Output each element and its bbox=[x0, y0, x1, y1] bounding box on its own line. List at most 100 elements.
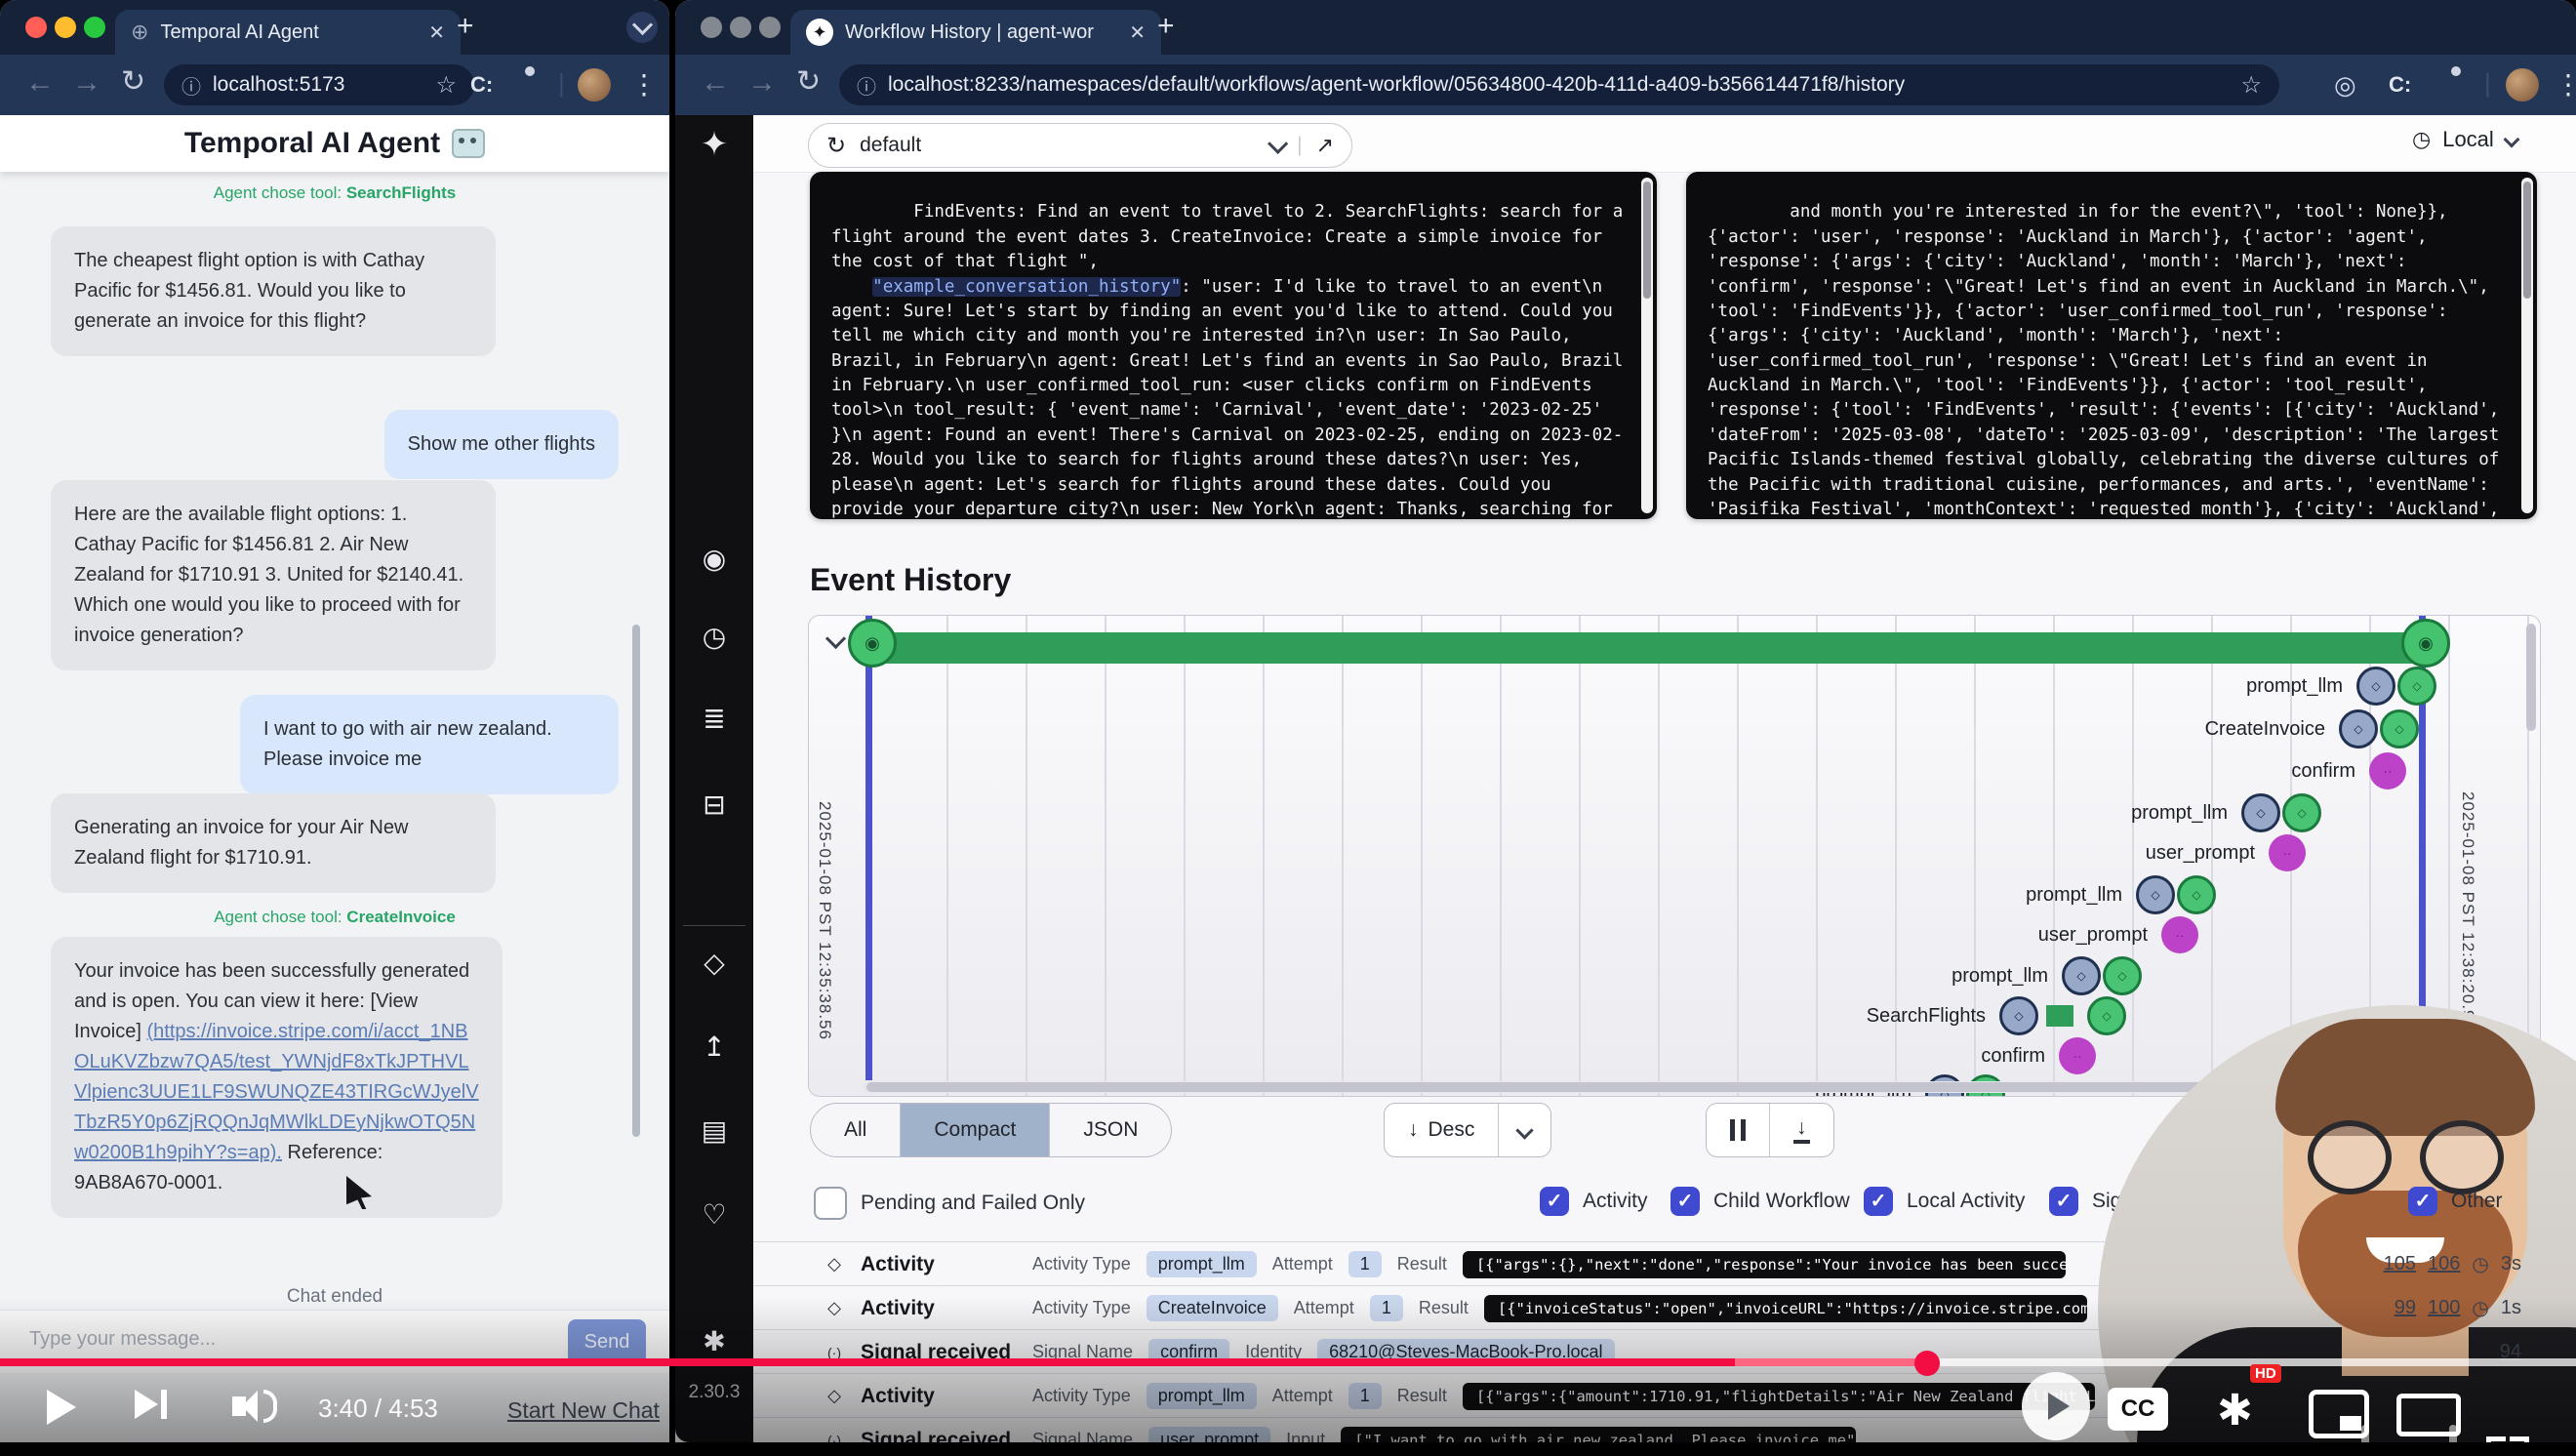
new-tab-button[interactable]: + bbox=[1157, 10, 1175, 43]
sidebar-workflows-icon[interactable]: ◉ bbox=[675, 543, 753, 575]
workflow-execution-bar[interactable] bbox=[869, 632, 2423, 664]
sidebar-codec-icon[interactable]: ◇ bbox=[675, 947, 753, 979]
site-info-icon[interactable]: ⓘ bbox=[181, 71, 201, 100]
timeline-node[interactable]: prompt_llm◇◇ bbox=[2026, 875, 2216, 914]
view-all-tab[interactable]: All bbox=[811, 1104, 901, 1156]
video-progress-bar[interactable] bbox=[0, 1358, 2576, 1366]
cursor-highlight-play-icon[interactable] bbox=[2022, 1372, 2090, 1440]
reload-icon[interactable]: ↻ bbox=[121, 67, 145, 97]
close-window-button[interactable] bbox=[701, 17, 722, 38]
sidebar-feedback-icon[interactable]: ♡ bbox=[675, 1198, 753, 1231]
filter-child-workflow[interactable]: ✓ Child Workflow bbox=[1670, 1187, 1850, 1216]
address-bar[interactable]: ⓘ localhost:5173 ☆ bbox=[164, 64, 474, 105]
miniplayer-button[interactable] bbox=[2309, 1390, 2369, 1438]
timeline-expand-chevron-icon[interactable] bbox=[828, 631, 843, 651]
password-manager-icon[interactable]: ◎ bbox=[2334, 70, 2356, 101]
view-mode-segmented-control: All Compact JSON bbox=[810, 1103, 1172, 1157]
event-id-link[interactable]: 105 bbox=[2384, 1253, 2416, 1275]
next-button[interactable] bbox=[135, 1390, 167, 1419]
filter-local-activity[interactable]: ✓ Local Activity bbox=[1864, 1187, 2025, 1216]
workflow-input-json-left[interactable]: FindEvents: Find an event to travel to 2… bbox=[810, 172, 1657, 519]
timeline-node[interactable]: prompt_llm◇◇ bbox=[2246, 667, 2436, 706]
volume-icon[interactable] bbox=[232, 1390, 277, 1423]
site-info-icon[interactable]: ⓘ bbox=[857, 71, 876, 100]
local-activity-checkbox[interactable]: ✓ bbox=[1864, 1187, 1893, 1216]
zoom-window-button[interactable] bbox=[84, 17, 105, 38]
browser-menu-icon[interactable]: ⋮ bbox=[630, 68, 658, 101]
pending-failed-checkbox[interactable] bbox=[814, 1187, 847, 1220]
workflow-input-json-right[interactable]: and month you're interested in for the e… bbox=[1686, 172, 2537, 519]
pause-button[interactable] bbox=[1707, 1104, 1770, 1156]
timezone-select[interactable]: ◷ Local bbox=[2412, 127, 2517, 152]
timeline-node[interactable]: CreateInvoice◇◇ bbox=[2205, 709, 2419, 748]
play-button[interactable] bbox=[47, 1390, 76, 1425]
minimize-window-button[interactable] bbox=[55, 17, 76, 38]
view-compact-tab[interactable]: Compact bbox=[901, 1104, 1050, 1156]
zoom-window-button[interactable] bbox=[759, 17, 781, 38]
workflow-start-node[interactable]: ◉ bbox=[848, 619, 897, 667]
temporal-favicon: ✦ bbox=[806, 19, 833, 46]
forward-icon[interactable]: → bbox=[747, 68, 777, 98]
bookmark-star-icon[interactable]: ☆ bbox=[435, 71, 457, 100]
result-payload[interactable]: [{"args":{},"next":"done","response":"Yo… bbox=[1463, 1251, 2066, 1278]
new-tab-button[interactable]: + bbox=[457, 10, 474, 43]
minimize-window-button[interactable] bbox=[730, 17, 751, 38]
close-window-button[interactable] bbox=[25, 17, 47, 38]
code-scrollbar[interactable] bbox=[1641, 178, 1653, 513]
profile-avatar[interactable] bbox=[2506, 68, 2539, 101]
reload-icon[interactable]: ↻ bbox=[796, 67, 821, 97]
chat-scrollbar[interactable] bbox=[632, 625, 640, 1137]
tab-close-icon[interactable]: ✕ bbox=[1129, 20, 1146, 45]
timeline-node[interactable]: user_prompt·· bbox=[2146, 834, 2306, 871]
timeline-node[interactable]: SearchFlights◇◇ bbox=[1867, 996, 2126, 1035]
temporal-logo-icon[interactable]: ✦ bbox=[675, 125, 753, 164]
code-scrollbar[interactable] bbox=[2521, 178, 2533, 513]
video-scrubber-dot[interactable] bbox=[1914, 1351, 1940, 1376]
timeline-horizontal-scrollbar[interactable] bbox=[863, 1081, 2413, 1093]
timeline-node[interactable]: confirm·· bbox=[2291, 752, 2406, 789]
tab-search-chevron-icon[interactable] bbox=[626, 12, 658, 43]
filter-activity[interactable]: ✓ Activity bbox=[1540, 1187, 1648, 1216]
extension-c-icon[interactable]: C: bbox=[2389, 72, 2411, 98]
timeline-node[interactable]: user_prompt·· bbox=[2038, 916, 2198, 953]
workflow-end-node[interactable]: ◉ bbox=[2401, 619, 2450, 667]
timeline-vertical-scrollbar[interactable] bbox=[2526, 624, 2536, 731]
sort-chevron-button[interactable] bbox=[1499, 1104, 1550, 1156]
filter-other[interactable]: ✓ Other bbox=[2408, 1187, 2503, 1216]
captions-button[interactable]: CC bbox=[2108, 1388, 2168, 1431]
back-icon[interactable]: ← bbox=[701, 68, 730, 98]
other-checkbox[interactable]: ✓ bbox=[2408, 1187, 2437, 1216]
browser-tab[interactable]: ✦ Workflow History | agent-wor ✕ bbox=[790, 10, 1161, 55]
sidebar-deployments-icon[interactable]: ≣ bbox=[675, 703, 753, 735]
extension-c-icon[interactable]: C: bbox=[470, 72, 493, 98]
child-workflow-checkbox[interactable]: ✓ bbox=[1670, 1187, 1700, 1216]
forward-icon[interactable]: → bbox=[72, 68, 101, 98]
browser-menu-icon[interactable]: ⋮ bbox=[2555, 68, 2576, 101]
settings-gear-icon[interactable]: ✱ bbox=[2217, 1386, 2253, 1436]
theater-mode-button[interactable] bbox=[2396, 1394, 2461, 1436]
signal-checkbox[interactable]: ✓ bbox=[2049, 1187, 2078, 1216]
sort-desc-button[interactable]: ↓Desc bbox=[1385, 1104, 1499, 1156]
view-json-tab[interactable]: JSON bbox=[1050, 1104, 1171, 1156]
download-history-button[interactable]: ↓ bbox=[1770, 1104, 1833, 1156]
sidebar-import-icon[interactable]: ↥ bbox=[675, 1031, 753, 1063]
activity-checkbox[interactable]: ✓ bbox=[1540, 1187, 1569, 1216]
start-new-chat-link[interactable]: Start New Chat bbox=[507, 1397, 660, 1424]
open-namespace-icon[interactable]: ↗ bbox=[1316, 133, 1334, 158]
sidebar-labs-icon[interactable]: ▤ bbox=[675, 1114, 753, 1147]
timeline-node[interactable]: prompt_llm◇◇ bbox=[1952, 956, 2142, 995]
browser-tab[interactable]: ⊕ Temporal AI Agent ✕ bbox=[115, 10, 461, 55]
address-bar[interactable]: ⓘ localhost:8233/namespaces/default/work… bbox=[839, 64, 2279, 105]
bookmark-star-icon[interactable]: ☆ bbox=[2240, 71, 2262, 100]
timeline-node[interactable]: confirm·· bbox=[1981, 1037, 2096, 1074]
sidebar-schedules-icon[interactable]: ◷ bbox=[675, 621, 753, 653]
pill-divider: | bbox=[1297, 134, 1302, 157]
event-id-link[interactable]: 106 bbox=[2428, 1253, 2460, 1275]
sidebar-batch-operations-icon[interactable]: ⊟ bbox=[675, 789, 753, 821]
profile-avatar[interactable] bbox=[578, 68, 611, 101]
timeline-node[interactable]: prompt_llm◇◇ bbox=[2131, 793, 2321, 832]
tab-close-icon[interactable]: ✕ bbox=[428, 20, 445, 45]
pending-failed-filter[interactable]: Pending and Failed Only bbox=[814, 1187, 1085, 1220]
back-icon[interactable]: ← bbox=[25, 68, 55, 98]
namespace-select[interactable]: ↻ default | ↗ bbox=[808, 123, 1352, 168]
